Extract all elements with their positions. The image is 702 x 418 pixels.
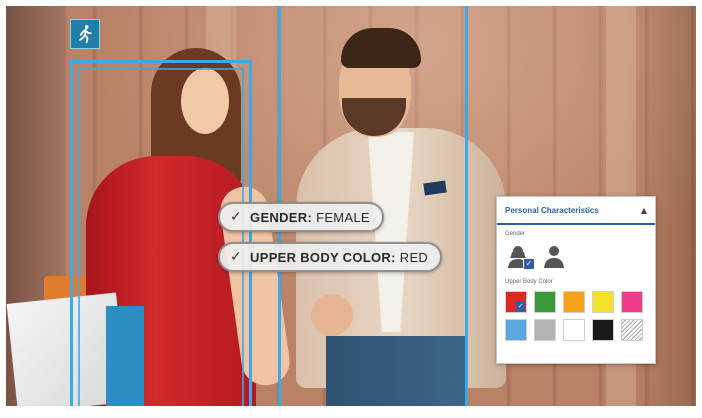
gender-section-label: Gender — [505, 231, 526, 237]
check-icon: ✓ — [523, 258, 535, 270]
swatch-gray[interactable] — [534, 319, 556, 341]
gender-options: ✓ — [497, 239, 655, 273]
female-avatar-icon[interactable]: ✓ — [507, 244, 535, 270]
chevron-up-icon[interactable]: ▲ — [641, 206, 647, 215]
gender-tag-key: GENDER: — [250, 209, 313, 225]
personal-characteristics-panel: Personal Characteristics ▲ Gender ✓ Uppe… — [496, 196, 656, 364]
surveillance-scene: ✓ GENDER: FEMALE ✓ UPPER BODY COLOR: RED… — [6, 6, 696, 406]
check-icon: ✓ — [230, 209, 243, 225]
swatch-yellow[interactable] — [592, 291, 614, 313]
upper-body-color-tag-value: RED — [399, 249, 429, 265]
panel-header[interactable]: Personal Characteristics ▲ — [497, 197, 655, 225]
swatch-green[interactable] — [534, 291, 556, 313]
person-walking-icon[interactable] — [70, 19, 100, 49]
upper-body-color-tag-key: UPPER BODY COLOR: — [250, 249, 396, 265]
swatch-white[interactable] — [563, 319, 585, 341]
swatch-red[interactable]: ✓ — [505, 291, 527, 313]
swatch-black[interactable] — [592, 319, 614, 341]
panel-title: Personal Characteristics — [505, 205, 599, 215]
swatch-pink[interactable] — [621, 291, 643, 313]
upper-body-color-tag[interactable]: ✓ UPPER BODY COLOR: RED — [218, 242, 443, 272]
upper-body-color-section-label: Upper Body Color — [505, 279, 553, 285]
color-swatch-grid: ✓ — [497, 287, 655, 345]
gender-tag[interactable]: ✓ GENDER: FEMALE — [218, 202, 384, 232]
swatch-pattern[interactable] — [621, 319, 643, 341]
check-icon: ✓ — [516, 302, 525, 311]
gender-tag-value: FEMALE — [316, 209, 370, 225]
male-avatar-icon[interactable] — [543, 244, 565, 268]
swatch-blue[interactable] — [505, 319, 527, 341]
swatch-orange[interactable] — [563, 291, 585, 313]
detection-box-woman-inner — [78, 68, 244, 406]
check-icon: ✓ — [230, 249, 243, 265]
